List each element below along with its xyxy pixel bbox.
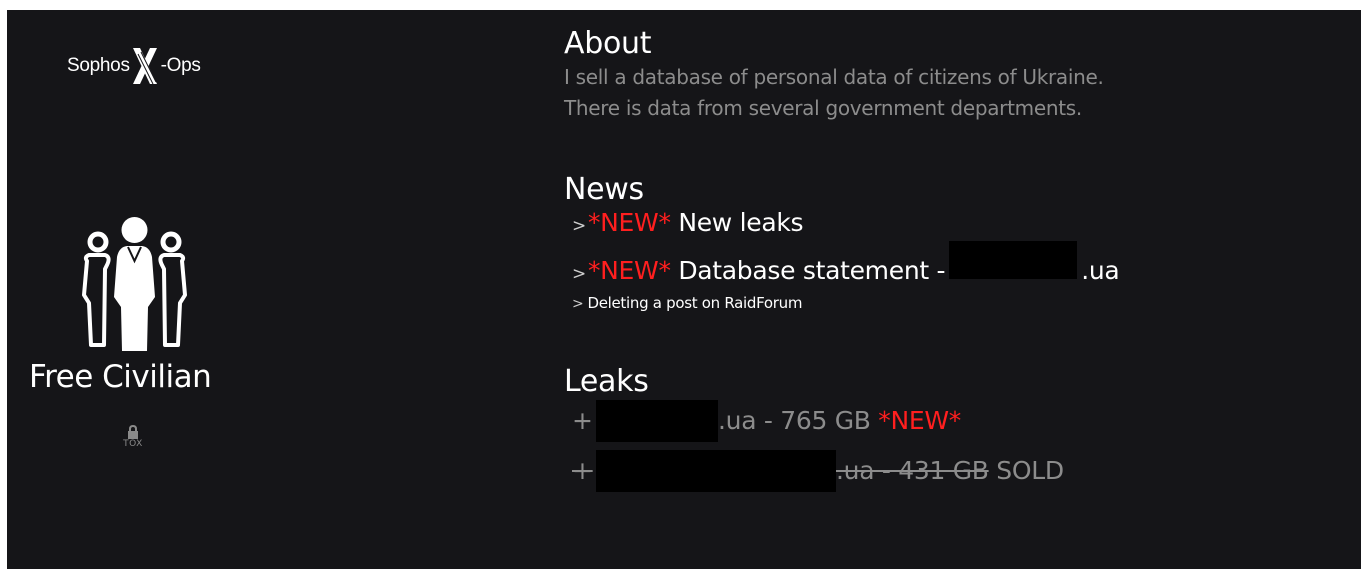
group-people-icon <box>82 217 187 351</box>
about-line-1: I sell a database of personal data of ci… <box>564 65 1104 89</box>
new-tag: *NEW* <box>878 406 961 435</box>
leak-status: SOLD <box>988 456 1064 485</box>
leak-text: .ua - 765 GB <box>718 406 879 435</box>
leak-prefix: + <box>572 406 593 435</box>
news-list: > *NEW* New leaks > *NEW* Database state… <box>564 208 1344 318</box>
logo-text-left: Sophos <box>67 55 130 76</box>
news-domain-suffix: .ua <box>1081 256 1120 285</box>
redaction-bar <box>596 400 718 442</box>
sophos-xops-logo: Sophos -Ops <box>67 46 201 86</box>
news-text: Deleting a post on RaidForum <box>587 294 803 312</box>
leaks-section: Leaks + .ua - 765 GB *NEW* + .ua - 431 G… <box>564 364 1344 492</box>
leak-row[interactable]: + .ua - 765 GB *NEW* <box>564 400 1344 442</box>
news-section: News > *NEW* New leaks > *NEW* Database … <box>564 172 1344 318</box>
news-item[interactable]: > *NEW* Database statement - .ua <box>564 241 1344 289</box>
leak-prefix: + <box>572 456 593 485</box>
news-item[interactable]: > Deleting a post on RaidForum <box>564 289 1344 318</box>
news-text: Database statement - <box>670 256 946 285</box>
news-text: New leaks <box>670 208 804 237</box>
redaction-bar <box>949 241 1078 279</box>
redaction-bar <box>596 450 836 492</box>
leak-row[interactable]: + .ua - 431 GB SOLD <box>564 450 1344 492</box>
about-title: About <box>564 26 652 61</box>
main-content: About I sell a database of personal data… <box>564 26 1344 492</box>
about-section: About I sell a database of personal data… <box>564 26 1344 124</box>
about-line-2: There is data from several government de… <box>564 96 1082 120</box>
tox-contact-link[interactable]: TOX <box>121 425 145 459</box>
news-title: News <box>564 172 644 207</box>
site-name: Free Civilian <box>29 359 212 395</box>
tox-label: TOX <box>123 439 143 449</box>
news-arrow: > <box>572 216 586 236</box>
leak-text-sold: .ua - 431 GB <box>836 456 989 485</box>
logo-text-right: -Ops <box>160 55 201 76</box>
news-item[interactable]: > *NEW* New leaks <box>564 208 1344 241</box>
news-arrow: > <box>572 296 584 312</box>
news-arrow: > <box>572 264 586 284</box>
new-tag: *NEW* <box>587 256 671 285</box>
new-tag: *NEW* <box>587 208 671 237</box>
page-frame: Sophos -Ops Free Civilian TOX About I se… <box>7 10 1361 569</box>
lock-icon <box>128 425 138 439</box>
leaks-title: Leaks <box>564 364 649 399</box>
x-mark-icon <box>132 48 157 85</box>
